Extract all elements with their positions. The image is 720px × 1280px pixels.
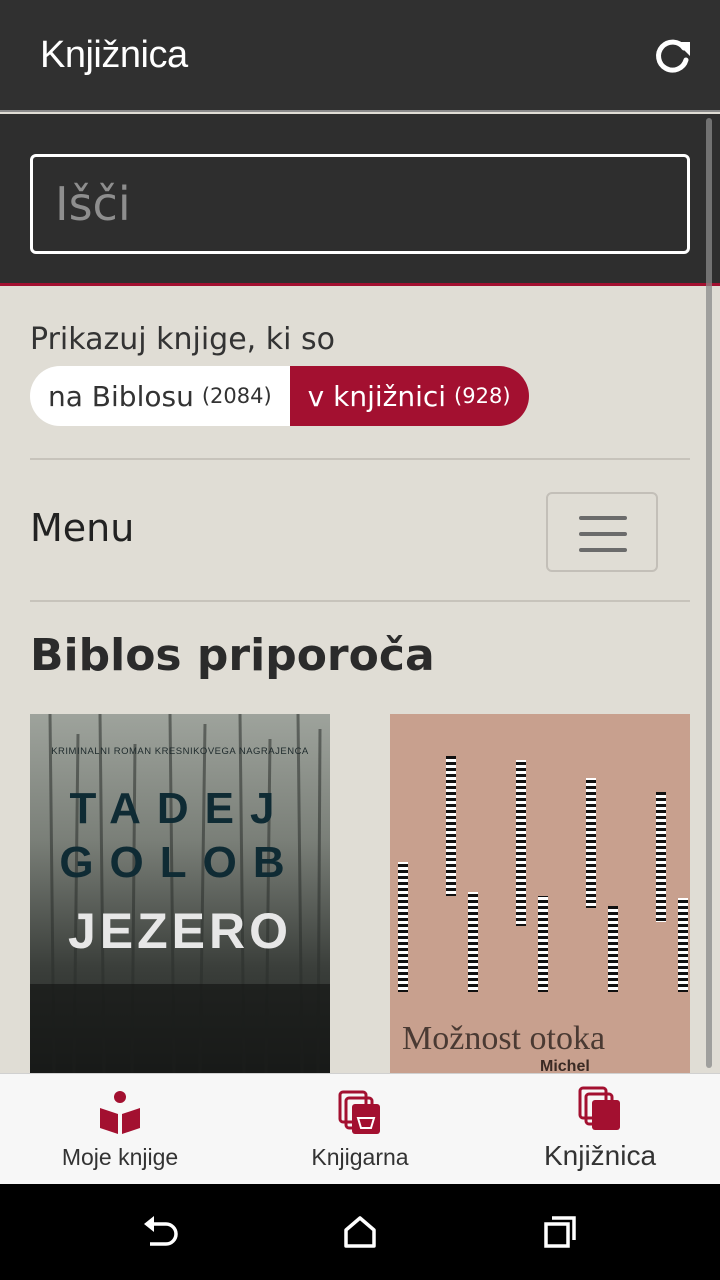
search-input[interactable] bbox=[33, 157, 687, 251]
tab-label: Knjižnica bbox=[543, 1140, 657, 1171]
app-bar: Knjižnica bbox=[0, 0, 720, 112]
filter-option-library[interactable]: v knjižnici (928) bbox=[289, 366, 529, 426]
menu-button[interactable] bbox=[546, 492, 658, 572]
barcode-illustration bbox=[398, 756, 688, 992]
filter-option-biblos[interactable]: na Biblosu (2084) bbox=[30, 366, 290, 426]
filter-option-label: v knjižnici bbox=[307, 379, 447, 413]
filter-option-label: na Biblosu bbox=[48, 379, 194, 413]
search-section bbox=[0, 114, 720, 286]
refresh-icon[interactable] bbox=[650, 34, 694, 78]
system-navigation-bar bbox=[0, 1184, 720, 1280]
back-icon[interactable] bbox=[140, 1212, 180, 1252]
divider bbox=[30, 458, 690, 460]
tab-moje-knjige[interactable]: Moje knjige bbox=[0, 1074, 240, 1185]
filter-option-count: (928) bbox=[454, 384, 511, 408]
scrollbar[interactable] bbox=[706, 118, 712, 1068]
section-title: Biblos priporoča bbox=[30, 630, 435, 681]
tab-label: Moje knjige bbox=[61, 1144, 179, 1170]
tab-knjigarna[interactable]: Knjigarna bbox=[240, 1074, 480, 1185]
recents-icon[interactable] bbox=[540, 1212, 580, 1252]
book-tagline: KRIMINALNI ROMAN KRESNIKOVEGA NAGRAJENCA bbox=[51, 746, 309, 757]
search-box[interactable] bbox=[30, 154, 690, 254]
book-author: Michel bbox=[540, 1058, 590, 1074]
open-book-icon bbox=[100, 1091, 140, 1134]
book-author: GOLOB bbox=[59, 838, 301, 887]
bottom-tab-bar: Moje knjige Knjigarna Knjižnica bbox=[0, 1073, 720, 1184]
tab-label: Knjigarna bbox=[311, 1144, 409, 1170]
book-cover-jezero[interactable]: KRIMINALNI ROMAN KRESNIKOVEGA NAGRAJENCA… bbox=[30, 714, 330, 1074]
book-author: TADEJ bbox=[69, 784, 291, 833]
book-cover-moznost-otoka[interactable]: Možnost otoka Michel bbox=[390, 714, 690, 1074]
hamburger-icon bbox=[579, 516, 627, 520]
hamburger-icon bbox=[579, 548, 627, 552]
forest-illustration bbox=[30, 714, 330, 1074]
tab-knjiznica[interactable]: Knjižnica bbox=[480, 1074, 720, 1185]
library-icon bbox=[578, 1086, 620, 1130]
app-title: Knjižnica bbox=[40, 34, 188, 76]
menu-label: Menu bbox=[30, 506, 135, 550]
hamburger-icon bbox=[579, 532, 627, 536]
filter-label: Prikazuj knjige, ki so bbox=[30, 322, 335, 357]
bookstore-icon bbox=[338, 1090, 380, 1134]
filter-option-count: (2084) bbox=[201, 384, 272, 408]
divider bbox=[30, 600, 690, 602]
book-title: JEZERO bbox=[67, 903, 293, 959]
home-icon[interactable] bbox=[340, 1212, 380, 1252]
book-title: Možnost otoka bbox=[402, 1020, 606, 1057]
filter-toggle: na Biblosu (2084) v knjižnici (928) bbox=[30, 366, 529, 426]
